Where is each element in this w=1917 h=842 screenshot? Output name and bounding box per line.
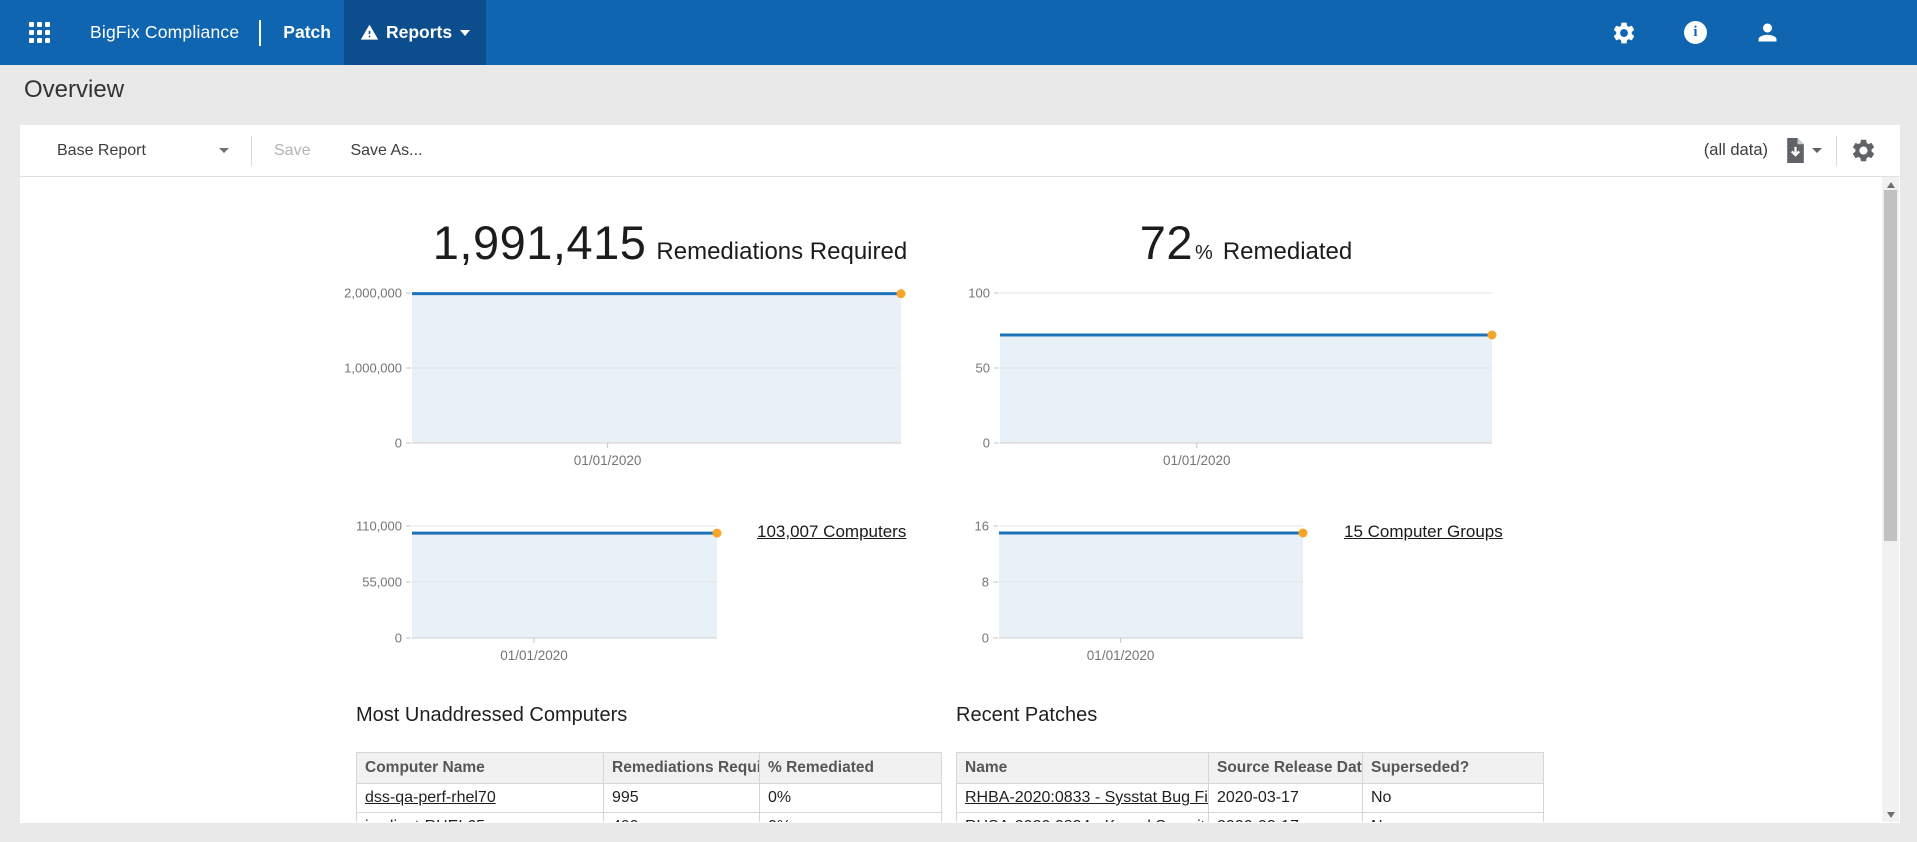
bigfix-compliance-overview: { "nav": { "product": "BigFix Compliance… [0, 0, 1917, 842]
data-scope-label: (all data) [1704, 141, 1768, 160]
tab-reports[interactable]: Reports [344, 0, 486, 65]
table-row: iv-client-RHEL65 4990% [357, 813, 942, 823]
computer-groups-chart: 0 8 16 01/01/2020 [955, 520, 1313, 677]
table-cell: No [1363, 784, 1544, 813]
table-cell: No [1363, 813, 1544, 823]
kpi-remediated-unit: % [1195, 242, 1213, 265]
product-title[interactable]: BigFix Compliance [90, 22, 239, 43]
toolbar-divider [251, 136, 252, 166]
svg-text:01/01/2020: 01/01/2020 [1163, 453, 1231, 468]
column-header[interactable]: Remediations Required [604, 753, 760, 784]
computers-link[interactable]: 103,007 Computers [757, 522, 906, 542]
column-header[interactable]: Computer Name [357, 753, 604, 784]
table-cell[interactable]: dss-qa-perf-rhel70 [357, 784, 604, 813]
table-row: RHSA-2020:0834 - Kernel Security ...2020… [957, 813, 1544, 823]
svg-text:01/01/2020: 01/01/2020 [500, 648, 568, 663]
tab-reports-label: Reports [386, 22, 452, 43]
report-settings-gear-icon[interactable] [1850, 137, 1877, 164]
table-row: dss-qa-perf-rhel70 9950% [357, 784, 942, 813]
table-cell[interactable]: RHBA-2020:0833 - Sysstat Bug Fix ... [957, 784, 1209, 813]
svg-text:16: 16 [975, 520, 989, 534]
toolbar-right: (all data) [1704, 136, 1877, 166]
report-selector-value: Base Report [57, 142, 146, 160]
row-detail-link[interactable]: RHBA-2020:0833 - Sysstat Bug Fix ... [965, 789, 1209, 806]
save-as-button[interactable]: Save As... [350, 142, 422, 160]
report-toolbar: Base Report Save Save As... (all data) [20, 125, 1900, 177]
svg-text:1,000,000: 1,000,000 [344, 361, 402, 376]
table-cell: 995 [604, 784, 760, 813]
svg-text:2,000,000: 2,000,000 [344, 287, 402, 301]
toolbar-divider [1836, 136, 1837, 166]
column-header[interactable]: % Remediated [760, 753, 942, 784]
top-navbar: BigFix Compliance Patch Reports i [0, 0, 1917, 65]
table-cell[interactable]: RHSA-2020:0834 - Kernel Security ... [957, 813, 1209, 823]
report-card: Base Report Save Save As... (all data) [20, 125, 1900, 823]
svg-text:55,000: 55,000 [362, 575, 402, 590]
svg-text:0: 0 [395, 436, 402, 451]
recent-patches-table: NameSource Release DateSuperseded?RHBA-2… [956, 752, 1544, 822]
vertical-scrollbar[interactable] [1882, 177, 1899, 822]
svg-text:110,000: 110,000 [356, 520, 402, 534]
nav-site-patch[interactable]: Patch [283, 22, 331, 43]
kpi-remediated-label: Remediated [1223, 238, 1352, 266]
recent-patches-title: Recent Patches [956, 704, 1097, 727]
chevron-down-icon [460, 30, 470, 36]
table-cell: 2020-03-17 [1209, 813, 1363, 823]
table-cell: 0% [760, 813, 942, 823]
reports-warning-triangle-icon [360, 23, 379, 42]
svg-text:01/01/2020: 01/01/2020 [1087, 648, 1155, 663]
app-switcher-grid-icon[interactable] [29, 22, 50, 43]
column-header[interactable]: Name [957, 753, 1209, 784]
column-header[interactable]: Superseded? [1363, 753, 1544, 784]
settings-gear-icon[interactable] [1611, 20, 1637, 46]
most-unaddressed-computers-table: Computer NameRemediations Required% Reme… [356, 752, 942, 822]
kpi-percent-remediated: 72 % Remediated [970, 215, 1522, 270]
export-report-button[interactable] [1783, 137, 1822, 164]
chevron-down-icon [219, 148, 229, 153]
user-profile-icon[interactable] [1754, 19, 1781, 46]
scrollbar-thumb[interactable] [1884, 190, 1897, 541]
kpi-remediations-required: 1,991,415 Remediations Required [340, 215, 1000, 270]
export-document-icon [1783, 137, 1808, 164]
svg-text:50: 50 [976, 361, 990, 376]
computer-groups-link[interactable]: 15 Computer Groups [1344, 522, 1503, 542]
row-detail-link[interactable]: dss-qa-perf-rhel70 [365, 789, 496, 806]
row-detail-link[interactable]: iv-client-RHEL65 [365, 818, 485, 822]
chevron-down-icon [1812, 148, 1822, 153]
remediations-required-chart: 0 1,000,000 2,000,000 01/01/2020 [334, 287, 911, 482]
kpi-remediations-label: Remediations Required [656, 238, 907, 266]
table-cell: 2020-03-17 [1209, 784, 1363, 813]
row-detail-link[interactable]: RHSA-2020:0834 - Kernel Security ... [965, 818, 1209, 822]
save-button[interactable]: Save [274, 142, 310, 160]
svg-text:100: 100 [968, 287, 990, 301]
report-content: 1,991,415 Remediations Required 72 % Rem… [20, 177, 1900, 822]
kpi-remediated-value: 72 [1140, 215, 1193, 270]
svg-text:8: 8 [982, 575, 989, 590]
table-cell[interactable]: iv-client-RHEL65 [357, 813, 604, 823]
kpi-remediations-value: 1,991,415 [433, 215, 647, 270]
computers-chart: 0 55,000 110,000 01/01/2020 [348, 520, 727, 677]
info-icon[interactable]: i [1684, 21, 1707, 44]
table-cell: 0% [760, 784, 942, 813]
percent-remediated-chart: 0 50 100 01/01/2020 [956, 287, 1502, 482]
page-title: Overview [24, 76, 124, 104]
scroll-down-arrow-icon[interactable] [1882, 807, 1899, 822]
table-row: RHBA-2020:0833 - Sysstat Bug Fix ...2020… [957, 784, 1544, 813]
table-cell: 499 [604, 813, 760, 823]
nav-right-icons: i [1611, 19, 1917, 46]
svg-text:0: 0 [983, 436, 990, 451]
svg-text:0: 0 [982, 631, 989, 646]
svg-text:0: 0 [395, 631, 402, 646]
column-header[interactable]: Source Release Date [1209, 753, 1363, 784]
report-selector-dropdown[interactable]: Base Report [57, 142, 229, 160]
nav-separator [259, 20, 261, 46]
most-unaddressed-computers-title: Most Unaddressed Computers [356, 704, 627, 727]
svg-text:01/01/2020: 01/01/2020 [574, 453, 642, 468]
